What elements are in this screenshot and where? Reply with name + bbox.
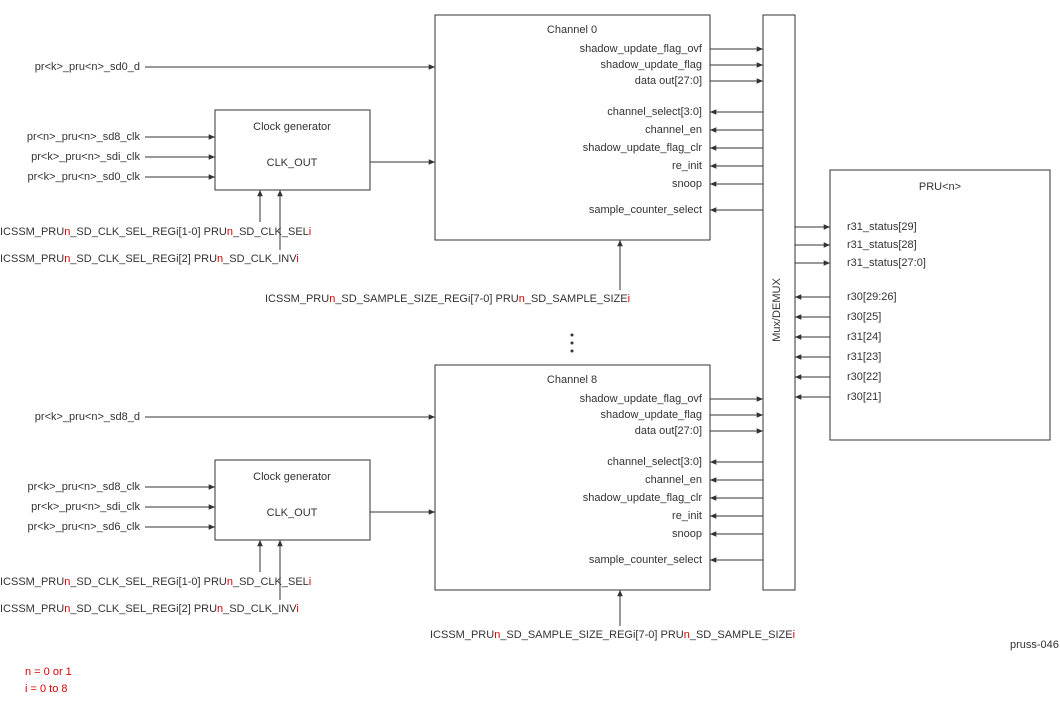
ch0-in-0: channel_select[3:0] — [607, 106, 702, 118]
vdots-icon — [571, 334, 574, 337]
clock-gen-8-title: Clock generator — [253, 471, 331, 483]
clk-sel-reg-0-bot: ICSSM_PRUn_SD_CLK_SEL_REGi[1-0] PRUn_SD_… — [0, 576, 311, 588]
ch8-in-0: channel_select[3:0] — [607, 456, 702, 468]
ch8-in-4: snoop — [672, 528, 702, 540]
ch8-out-1: shadow_update_flag — [600, 409, 702, 421]
clock-gen-0-out: CLK_OUT — [267, 157, 318, 169]
ch0-out-0: shadow_update_flag_ovf — [580, 43, 703, 55]
channel-0-title: Channel 0 — [547, 24, 597, 36]
sd8-d-label: pr<k>_pru<n>_sd8_d — [35, 411, 140, 423]
vdots-icon — [571, 342, 574, 345]
ch0-out-1: shadow_update_flag — [600, 59, 702, 71]
note-i: i = 0 to 8 — [25, 683, 68, 695]
ch0-in-2: shadow_update_flag_clr — [583, 142, 703, 154]
clk-in-top-2: pr<k>_pru<n>_sd0_clk — [27, 171, 140, 183]
ch8-in-5: sample_counter_select — [589, 554, 702, 566]
clk-in-bot-1: pr<k>_pru<n>_sdi_clk — [31, 501, 140, 513]
clk-sel-reg-1-top: ICSSM_PRUn_SD_CLK_SEL_REGi[2] PRUn_SD_CL… — [0, 253, 299, 265]
pru-in-3: r31[23] — [847, 351, 881, 363]
pru-in-4: r30[22] — [847, 371, 881, 383]
mux-label: Mux/DEMUX — [771, 278, 783, 342]
clk-in-bot-0: pr<k>_pru<n>_sd8_clk — [27, 481, 140, 493]
ch8-in-3: re_init — [672, 510, 702, 522]
ch0-in-5: sample_counter_select — [589, 204, 702, 216]
ch0-in-4: snoop — [672, 178, 702, 190]
pru-out-1: r31_status[28] — [847, 239, 917, 251]
sample-reg-top: ICSSM_PRUn_SD_SAMPLE_SIZE_REGi[7-0] PRUn… — [265, 293, 630, 305]
sample-reg-bot: ICSSM_PRUn_SD_SAMPLE_SIZE_REGi[7-0] PRUn… — [430, 629, 795, 641]
pru-in-0: r30[29:26] — [847, 291, 897, 303]
clk-in-top-0: pr<n>_pru<n>_sd8_clk — [27, 131, 141, 143]
note-n: n = 0 or 1 — [25, 666, 72, 678]
clk-sel-reg-0-top: ICSSM_PRUn_SD_CLK_SEL_REGi[1-0] PRUn_SD_… — [0, 226, 311, 238]
ch0-in-3: re_init — [672, 160, 702, 172]
ch8-in-2: shadow_update_flag_clr — [583, 492, 703, 504]
pru-title: PRU<n> — [919, 181, 961, 193]
ch8-out-0: shadow_update_flag_ovf — [580, 393, 703, 405]
clock-gen-0-title: Clock generator — [253, 121, 331, 133]
clock-gen-8-out: CLK_OUT — [267, 507, 318, 519]
footer-id: pruss-046 — [1010, 639, 1059, 651]
ch0-out-2: data out[27:0] — [635, 75, 702, 87]
clk-sel-reg-1-bot: ICSSM_PRUn_SD_CLK_SEL_REGi[2] PRUn_SD_CL… — [0, 603, 299, 615]
pru-out-2: r31_status[27:0] — [847, 257, 926, 269]
channel-8-title: Channel 8 — [547, 374, 597, 386]
ch8-out-2: data out[27:0] — [635, 425, 702, 437]
ch8-in-1: channel_en — [645, 474, 702, 486]
pru-out-0: r31_status[29] — [847, 221, 917, 233]
pru-in-2: r31[24] — [847, 331, 881, 343]
vdots-icon — [571, 350, 574, 353]
clk-in-top-1: pr<k>_pru<n>_sdi_clk — [31, 151, 140, 163]
ch0-in-1: channel_en — [645, 124, 702, 136]
pru-in-5: r30[21] — [847, 391, 881, 403]
clk-in-bot-2: pr<k>_pru<n>_sd6_clk — [27, 521, 140, 533]
pru-in-1: r30[25] — [847, 311, 881, 323]
sd0-d-label: pr<k>_pru<n>_sd0_d — [35, 61, 140, 73]
